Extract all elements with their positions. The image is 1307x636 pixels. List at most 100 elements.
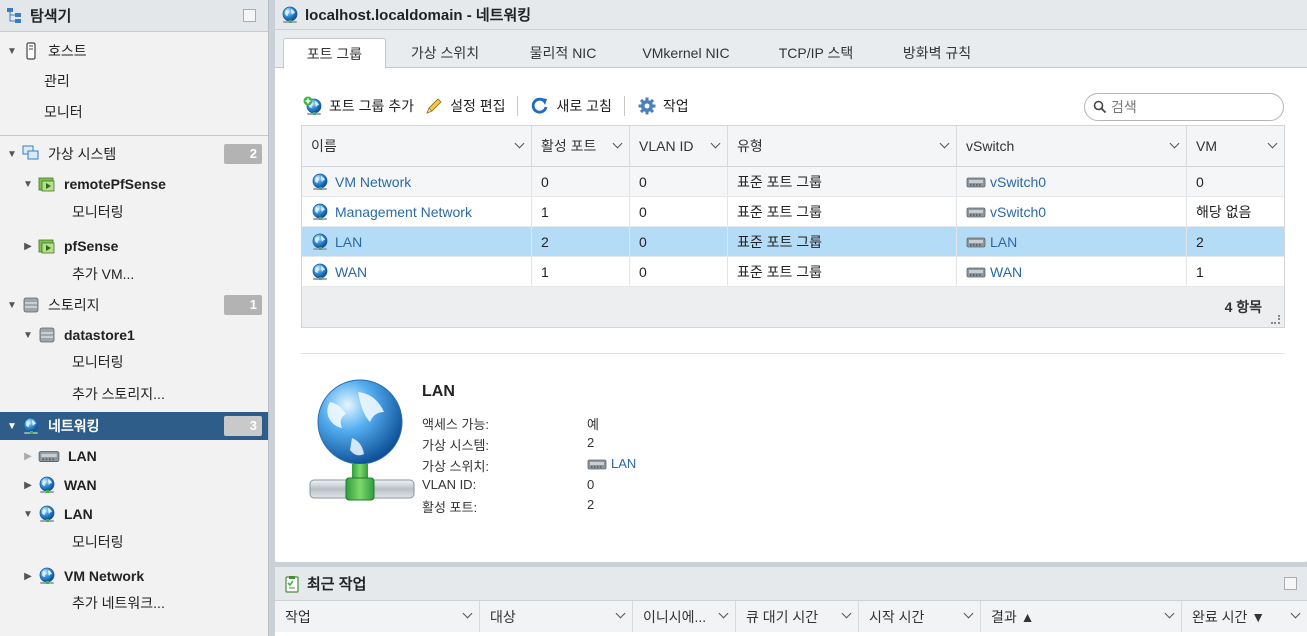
task-list-icon: [285, 575, 299, 593]
chevron-down-icon[interactable]: [612, 138, 623, 149]
column-header-result[interactable]: 결과 ▲: [981, 601, 1182, 632]
tab-port-groups[interactable]: 포트 그룹: [283, 38, 386, 69]
expand-arrow-icon[interactable]: ▶: [22, 571, 34, 582]
table-row[interactable]: VM Network 0 0 표준 포트 그룹 vSwitch0 0: [302, 167, 1284, 197]
vswitch-link[interactable]: LAN: [990, 234, 1017, 250]
nav-item-lan[interactable]: ▼ LAN: [0, 500, 268, 528]
column-header-queued-time[interactable]: 큐 대기 시간: [736, 601, 859, 632]
collapse-arrow-icon[interactable]: ▼: [6, 46, 18, 57]
tab-virtual-switches[interactable]: 가상 스위치: [393, 38, 497, 68]
chevron-down-icon[interactable]: [1267, 138, 1278, 149]
cell-vlan-id: 0: [630, 197, 728, 226]
nav-item-more-vms[interactable]: 추가 VM...: [0, 260, 268, 288]
window-title-bar: localhost.localdomain - 네트워킹: [275, 0, 1307, 30]
nav-item-wan[interactable]: ▶ WAN: [0, 471, 268, 499]
chevron-down-icon[interactable]: [710, 138, 721, 149]
navigator-panel: 탐색기 ▼ 호스트 관리 모니터 ▼ 가상 시스템 2 ▼ remotePfSe…: [0, 0, 269, 636]
vswitch-link[interactable]: vSwitch0: [990, 204, 1046, 220]
chevron-down-icon[interactable]: [462, 608, 473, 619]
cell-vlan-id: 0: [630, 257, 728, 286]
nav-item-monitoring[interactable]: 모니터링: [0, 348, 268, 376]
port-group-link[interactable]: Management Network: [335, 204, 472, 220]
chevron-down-icon[interactable]: [1290, 608, 1301, 619]
nav-item-remotepfsense[interactable]: ▼ remotePfSense: [0, 170, 268, 198]
collapse-arrow-icon[interactable]: ▼: [22, 330, 34, 341]
add-port-group-button[interactable]: 포트 그룹 추가: [303, 96, 414, 116]
column-header-vm[interactable]: VM: [1187, 126, 1284, 166]
nav-item-virtual-machines[interactable]: ▼ 가상 시스템 2: [0, 140, 268, 168]
networking-panel: localhost.localdomain - 네트워킹 포트 그룹 가상 스위…: [275, 0, 1307, 562]
column-header-vlan-id[interactable]: VLAN ID: [630, 126, 728, 166]
recent-tasks-collapse-button[interactable]: [1284, 577, 1297, 590]
column-label: 큐 대기 시간: [746, 608, 819, 625]
tab-vmkernel-nics[interactable]: VMkernel NIC: [629, 38, 743, 68]
resize-grip-icon[interactable]: [1271, 315, 1280, 324]
chevron-down-icon[interactable]: [1169, 138, 1180, 149]
expand-arrow-icon[interactable]: ▶: [22, 451, 34, 462]
actions-button[interactable]: 작업: [637, 96, 689, 116]
tab-tcpip-stacks[interactable]: TCP/IP 스택: [761, 38, 871, 68]
collapse-arrow-icon[interactable]: ▼: [6, 149, 18, 160]
nav-item-monitoring[interactable]: 모니터링: [0, 528, 268, 556]
vswitch-link[interactable]: WAN: [990, 264, 1022, 280]
table-row[interactable]: Management Network 1 0 표준 포트 그룹 vSwitch0…: [302, 197, 1284, 227]
collapse-arrow-icon[interactable]: ▼: [6, 421, 18, 432]
nav-item-pfsense[interactable]: ▶ pfSense: [0, 232, 268, 260]
collapse-arrow-icon[interactable]: ▼: [22, 509, 34, 520]
nav-item-datastore1[interactable]: ▼ datastore1: [0, 321, 268, 349]
column-header-initiator[interactable]: 이니시에...: [633, 601, 736, 632]
nav-item-vm-network[interactable]: ▶ VM Network: [0, 562, 268, 590]
search-input[interactable]: [1111, 99, 1271, 115]
column-label: 대상: [490, 608, 516, 625]
chevron-down-icon[interactable]: [1164, 608, 1175, 619]
column-header-name[interactable]: 이름: [302, 126, 532, 166]
column-header-start-time[interactable]: 시작 시간: [859, 601, 981, 632]
nav-item-host[interactable]: ▼ 호스트: [0, 37, 268, 65]
chevron-down-icon[interactable]: [514, 138, 525, 149]
nav-item-lan-switch[interactable]: ▶ LAN: [0, 442, 268, 470]
table-row[interactable]: WAN 1 0 표준 포트 그룹 WAN 1: [302, 257, 1284, 287]
storage-icon: [22, 296, 40, 314]
recent-tasks-panel: 최근 작업 작업 대상 이니시에... 큐 대기 시간 시작 시간 결과 ▲ 완…: [275, 567, 1307, 636]
port-group-link[interactable]: VM Network: [335, 174, 411, 190]
nav-item-more-storage[interactable]: 추가 스토리지...: [0, 380, 268, 408]
vswitch-link[interactable]: vSwitch0: [990, 174, 1046, 190]
column-header-completed-time[interactable]: 완료 시간 ▼: [1182, 601, 1307, 632]
collapse-arrow-icon[interactable]: ▼: [6, 300, 18, 311]
expand-arrow-icon[interactable]: ▶: [22, 480, 34, 491]
column-header-target[interactable]: 대상: [480, 601, 633, 632]
port-group-link[interactable]: WAN: [335, 264, 367, 280]
nav-item-networking[interactable]: ▼ 네트워킹 3: [0, 412, 268, 440]
chevron-down-icon[interactable]: [841, 608, 852, 619]
nav-item-more-networks[interactable]: 추가 네트워크...: [0, 589, 268, 617]
refresh-button[interactable]: 새로 고침: [530, 96, 612, 116]
column-header-active-ports[interactable]: 활성 포트: [532, 126, 630, 166]
vswitch-icon: [966, 235, 986, 249]
collapse-arrow-icon[interactable]: ▼: [22, 179, 34, 190]
chevron-down-icon[interactable]: [718, 608, 729, 619]
nav-item-monitor[interactable]: 모니터: [0, 98, 268, 126]
chevron-down-icon[interactable]: [963, 608, 974, 619]
search-box[interactable]: [1084, 93, 1284, 121]
edit-settings-button[interactable]: 설정 편집: [424, 96, 505, 116]
tab-physical-nics[interactable]: 물리적 NIC: [511, 38, 615, 68]
detail-value: 2: [587, 497, 595, 512]
column-header-type[interactable]: 유형: [728, 126, 957, 166]
chevron-down-icon[interactable]: [939, 138, 950, 149]
cell-type: 표준 포트 그룹: [728, 167, 957, 196]
tab-firewall-rules[interactable]: 방화벽 규칙: [887, 38, 987, 68]
vswitch-link[interactable]: LAN: [611, 456, 636, 471]
chevron-down-icon[interactable]: [615, 608, 626, 619]
nav-item-storage[interactable]: ▼ 스토리지 1: [0, 291, 268, 319]
recent-tasks-header: 최근 작업: [275, 567, 1307, 601]
column-label: 이름: [311, 138, 337, 154]
nav-item-manage[interactable]: 관리: [0, 67, 268, 95]
count-badge: 3: [224, 416, 262, 436]
expand-arrow-icon[interactable]: ▶: [22, 241, 34, 252]
port-group-link[interactable]: LAN: [335, 234, 362, 250]
nav-item-monitoring[interactable]: 모니터링: [0, 198, 268, 226]
table-row-selected[interactable]: LAN 2 0 표준 포트 그룹 LAN 2: [302, 227, 1284, 257]
navigator-collapse-button[interactable]: [243, 9, 256, 22]
column-header-task[interactable]: 작업: [275, 601, 480, 632]
column-header-vswitch[interactable]: vSwitch: [957, 126, 1187, 166]
